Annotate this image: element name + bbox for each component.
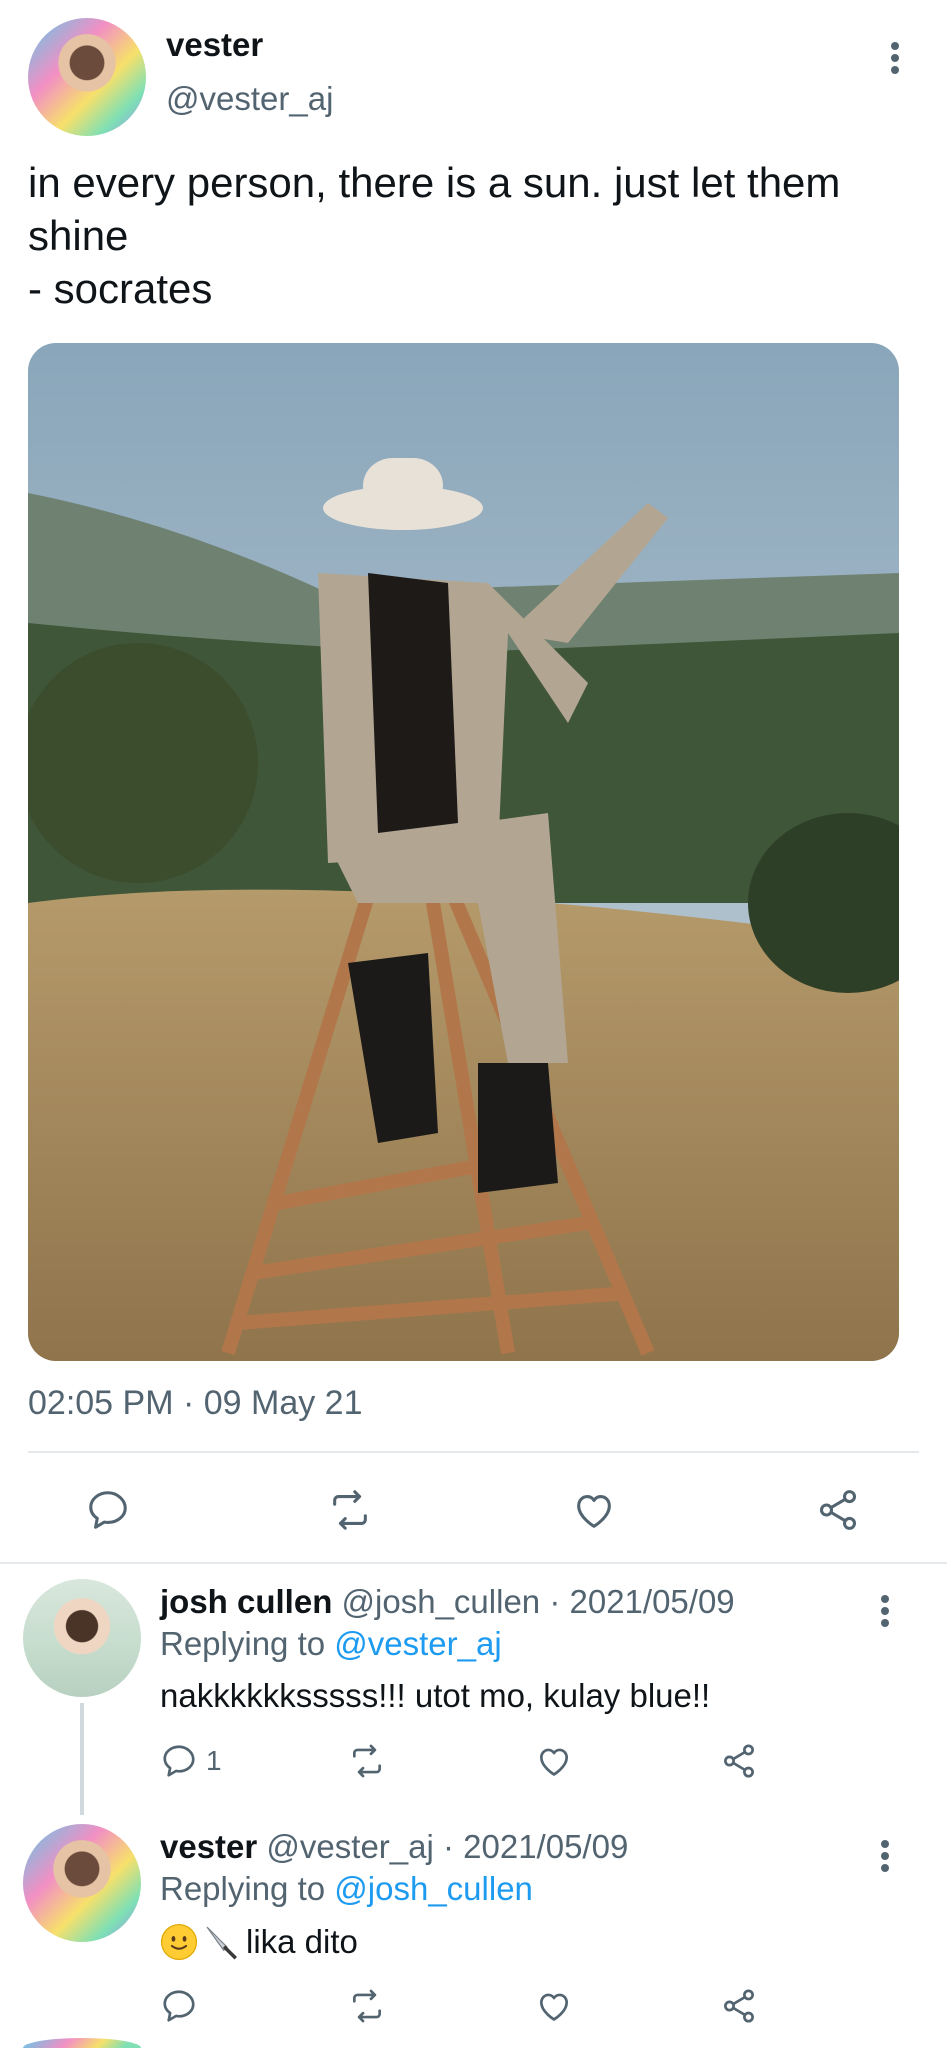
reply-text: lika dito — [246, 1923, 358, 1960]
author-handle[interactable]: @vester_aj — [166, 80, 333, 118]
retweet-icon — [352, 1989, 382, 2023]
retweet-button[interactable] — [348, 1983, 386, 2029]
kitchen-knife-icon — [206, 1926, 237, 1960]
reply-header: josh cullen @josh_cullen · 2021/05/09 — [160, 1583, 735, 1621]
tweet-photo[interactable] — [28, 343, 899, 1361]
reply-meta: @josh_cullen · 2021/05/09 — [341, 1583, 735, 1620]
reply-meta: @vester_aj · 2021/05/09 — [266, 1828, 629, 1865]
more-options-icon[interactable] — [870, 1591, 900, 1631]
reply-count: 1 — [206, 1745, 222, 1776]
author-avatar[interactable] — [28, 18, 146, 136]
share-button[interactable] — [720, 1738, 758, 1784]
author-name[interactable]: vester — [166, 26, 263, 64]
reply-button[interactable] — [160, 1983, 198, 2029]
comment-icon — [89, 1491, 127, 1529]
reply-text: nakkkkkksssss!!! utot mo, kulay blue!! — [160, 1677, 711, 1714]
mention-link[interactable]: @josh_cullen — [334, 1870, 533, 1907]
heart-icon — [539, 1748, 569, 1776]
reply-header: vester @vester_aj · 2021/05/09 — [160, 1828, 628, 1866]
replying-prefix: Replying to — [160, 1625, 326, 1662]
reply-author-name[interactable]: josh cullen — [160, 1583, 332, 1620]
reply-button[interactable] — [82, 1484, 134, 1536]
mention-link[interactable]: @vester_aj — [334, 1625, 501, 1662]
divider — [28, 1451, 919, 1453]
retweet-icon — [333, 1490, 367, 1530]
retweet-icon — [352, 1744, 382, 1778]
replying-to: Replying to @vester_aj — [160, 1625, 502, 1663]
more-options-icon[interactable] — [870, 1836, 900, 1876]
reply-action-bar: 1 — [0, 1738, 947, 1788]
tweet-text: in every person, there is a sun. just le… — [28, 159, 841, 312]
share-button[interactable] — [720, 1983, 758, 2029]
slightly-smiling-face-icon — [160, 1923, 198, 1961]
share-icon — [724, 1744, 754, 1778]
reply-button[interactable]: 1 — [160, 1738, 222, 1784]
retweet-button[interactable] — [324, 1484, 376, 1536]
replying-to: Replying to @josh_cullen — [160, 1870, 533, 1908]
comment-icon — [163, 1745, 195, 1777]
reply-author-name[interactable]: vester — [160, 1828, 257, 1865]
reply-tweet[interactable]: josh cullen @josh_cullen · 2021/05/09 Re… — [0, 1575, 947, 1820]
reply-tweet[interactable]: vester @vester_aj · 2021/05/09 Replying … — [0, 1820, 947, 2048]
retweet-button[interactable] — [348, 1738, 386, 1784]
divider — [0, 1562, 947, 1564]
reply-text-row: lika dito — [160, 1922, 358, 1962]
reply-action-bar — [0, 1983, 947, 2033]
tweet-timestamp: 02:05 PM · 09 May 21 — [28, 1384, 363, 1422]
reply-avatar[interactable] — [23, 1824, 141, 1942]
tweet-action-bar — [0, 1480, 947, 1540]
share-icon — [724, 1989, 754, 2023]
reply-avatar[interactable] — [23, 1579, 141, 1697]
like-button[interactable] — [535, 1738, 573, 1784]
replying-prefix: Replying to — [160, 1870, 326, 1907]
comment-icon — [163, 1990, 195, 2022]
heart-icon — [539, 1993, 569, 2021]
share-button[interactable] — [812, 1484, 864, 1536]
heart-icon — [577, 1495, 611, 1528]
more-options-icon[interactable] — [880, 38, 910, 78]
like-button[interactable] — [568, 1484, 620, 1536]
like-button[interactable] — [535, 1983, 573, 2029]
share-icon — [819, 1490, 857, 1530]
